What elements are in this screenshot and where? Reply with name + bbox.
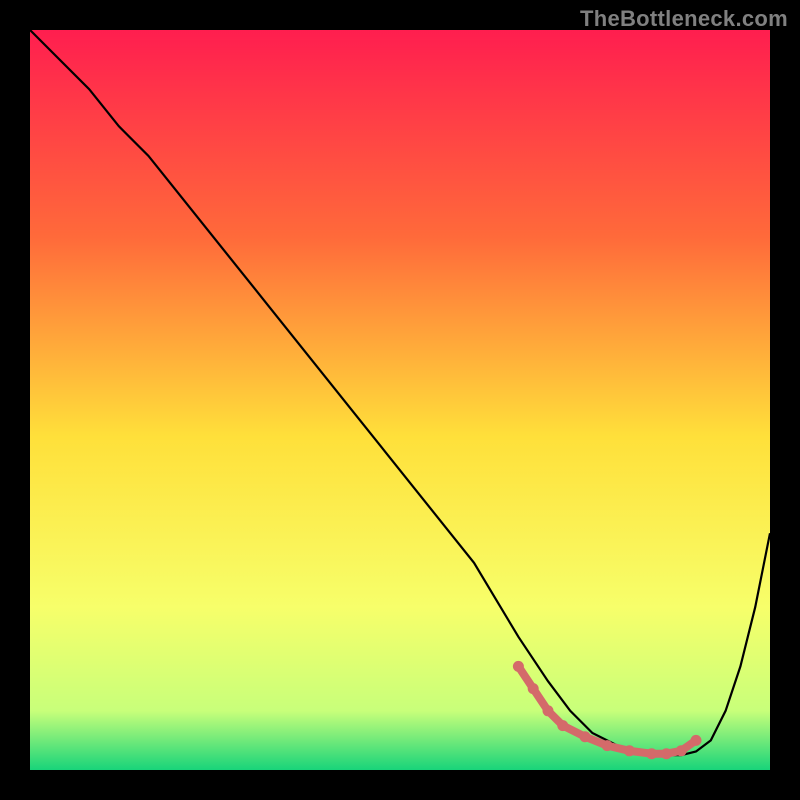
highlight-dot (691, 735, 702, 746)
chart-outer-frame: TheBottleneck.com (0, 0, 800, 800)
watermark-label: TheBottleneck.com (580, 6, 788, 32)
plot-area (30, 30, 770, 770)
gradient-background (30, 30, 770, 770)
chart-svg (30, 30, 770, 770)
